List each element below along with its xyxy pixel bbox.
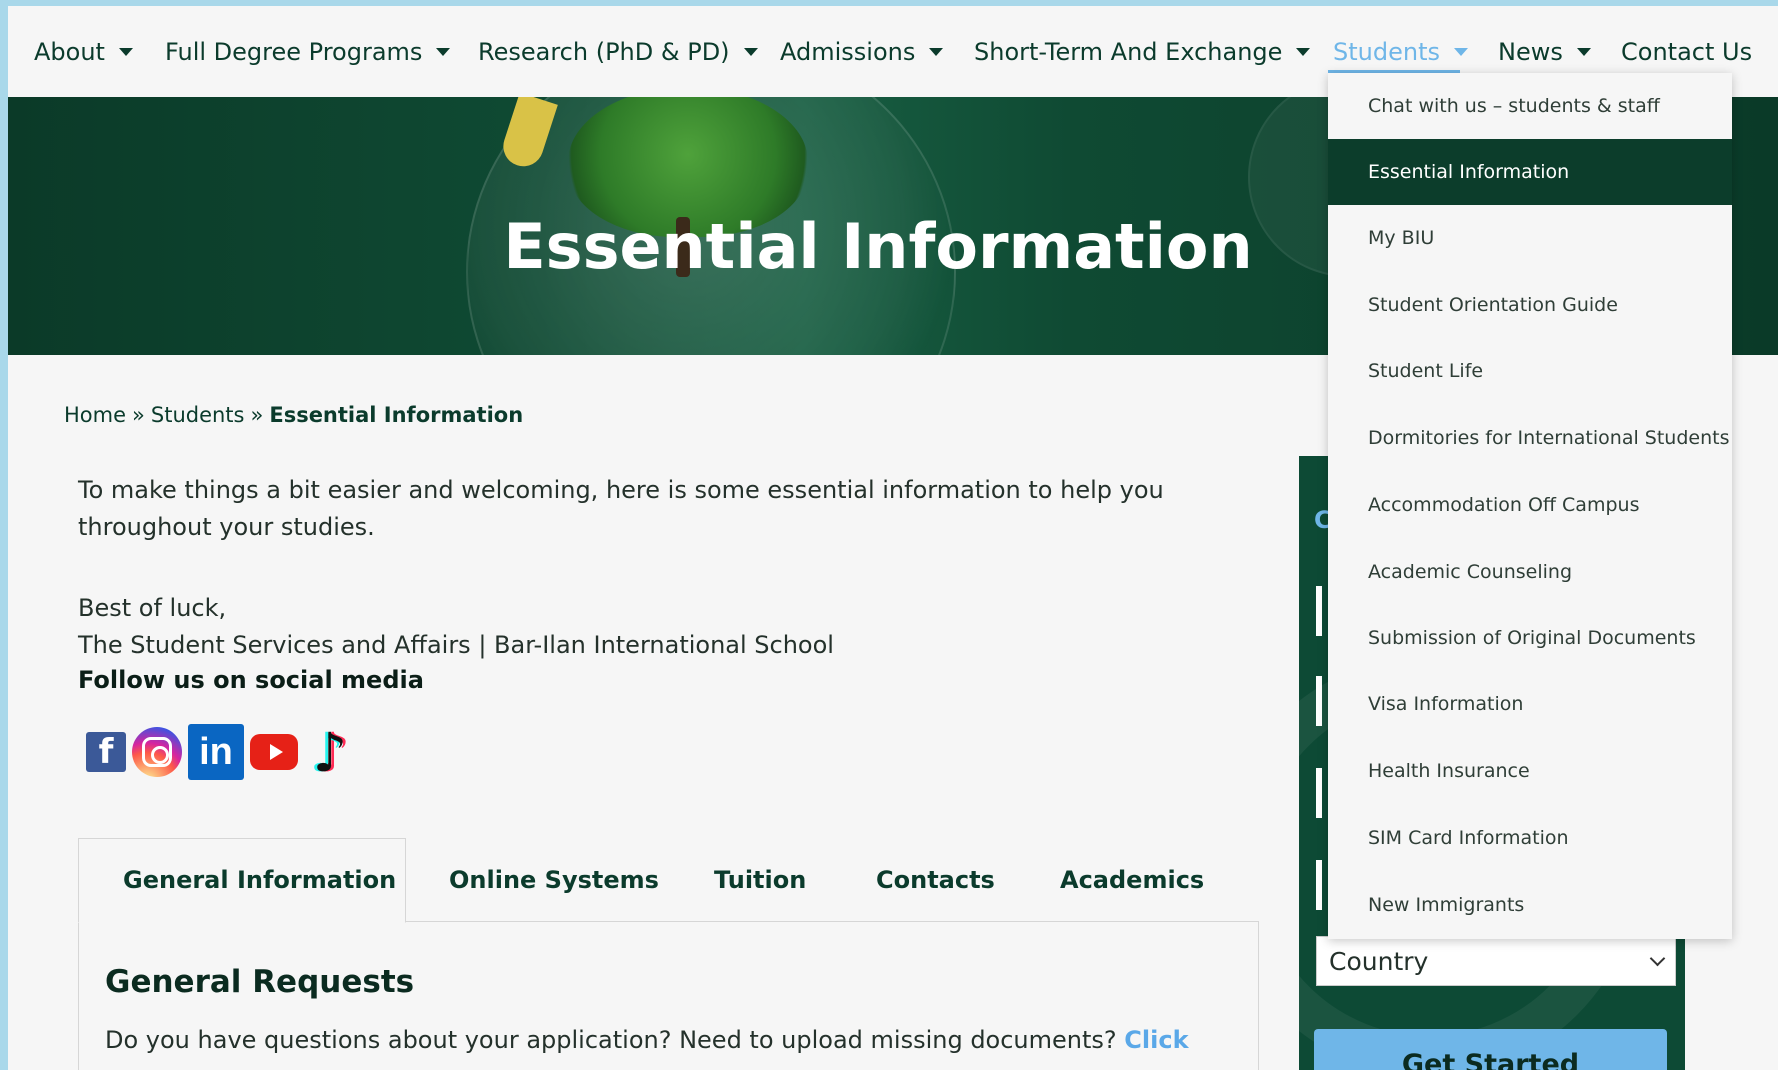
tiktok-glyph: ♪ <box>312 720 348 784</box>
caret-down-icon <box>118 47 133 56</box>
facebook-icon[interactable]: f <box>86 732 126 772</box>
nav-label: Admissions <box>780 37 916 66</box>
form-input-field[interactable] <box>1316 676 1322 726</box>
menu-item-my-biu[interactable]: My BIU <box>1328 205 1732 271</box>
breadcrumb-students-link[interactable]: Students <box>151 403 245 427</box>
menu-item-chat-with-us[interactable]: Chat with us – students & staff <box>1328 73 1732 139</box>
menu-item-visa-information[interactable]: Visa Information <box>1328 671 1732 737</box>
menu-item-label: Student Life <box>1368 360 1484 382</box>
caret-down-icon <box>1453 47 1468 56</box>
nav-label: Research (PhD & PD) <box>478 37 730 66</box>
instagram-icon[interactable] <box>132 727 182 777</box>
nav-label: About <box>34 37 105 66</box>
nav-label: Full Degree Programs <box>165 37 423 66</box>
menu-item-label: Academic Counseling <box>1368 561 1572 583</box>
tab-label: Online Systems <box>449 866 659 894</box>
caret-down-icon <box>743 47 758 56</box>
section-text: Do you have questions about your applica… <box>105 1026 1117 1054</box>
section-paragraph: Do you have questions about your applica… <box>105 1026 1189 1054</box>
menu-item-label: Submission of Original Documents <box>1368 627 1696 649</box>
nav-item-admissions[interactable]: Admissions <box>780 6 944 97</box>
nav-label: Short-Term And Exchange <box>974 37 1283 66</box>
menu-item-label: Visa Information <box>1368 693 1524 715</box>
breadcrumb-separator: » <box>132 403 145 427</box>
nav-label: News <box>1498 37 1563 66</box>
menu-item-label: Student Orientation Guide <box>1368 294 1618 316</box>
chevron-down-icon <box>1649 950 1666 966</box>
instagram-glyph <box>142 737 172 767</box>
tab-label: Tuition <box>714 866 807 894</box>
menu-item-health-insurance[interactable]: Health Insurance <box>1328 738 1732 804</box>
menu-item-student-life[interactable]: Student Life <box>1328 338 1732 404</box>
get-started-button[interactable]: Get Started <box>1314 1029 1667 1070</box>
menu-item-label: Dormitories for International Students <box>1368 427 1730 449</box>
caret-down-icon <box>436 47 451 56</box>
country-select-value: Country <box>1329 946 1429 976</box>
signature-text: The Student Services and Affairs | Bar-I… <box>78 631 834 659</box>
tab-label: Contacts <box>876 866 995 894</box>
menu-item-sim-card-information[interactable]: SIM Card Information <box>1328 805 1732 871</box>
tab-contacts[interactable]: Contacts <box>876 838 995 922</box>
breadcrumb-separator: » <box>250 403 264 427</box>
breadcrumb-current: Essential Information <box>269 403 524 427</box>
menu-item-academic-counseling[interactable]: Academic Counseling <box>1328 539 1732 605</box>
linkedin-glyph: in <box>199 730 233 773</box>
menu-item-submission-of-original-documents[interactable]: Submission of Original Documents <box>1328 605 1732 671</box>
youtube-play-glyph <box>269 744 283 760</box>
menu-item-label: SIM Card Information <box>1368 827 1569 849</box>
tab-academics[interactable]: Academics <box>1060 838 1204 922</box>
form-input-field[interactable] <box>1316 586 1322 636</box>
tiktok-icon[interactable]: ♪ <box>304 720 356 784</box>
breadcrumb-home-link[interactable]: Home <box>64 403 126 427</box>
section-title: General Requests <box>105 964 415 1000</box>
nav-item-full-degree-programs[interactable]: Full Degree Programs <box>165 6 451 97</box>
caret-down-icon <box>1576 47 1591 56</box>
nav-item-about[interactable]: About <box>34 6 133 97</box>
intro-text: To make things a bit easier and welcomin… <box>78 476 1164 541</box>
menu-item-accommodation-off-campus[interactable]: Accommodation Off Campus <box>1328 472 1732 538</box>
form-input-field[interactable] <box>1316 768 1322 818</box>
menu-item-label: Accommodation Off Campus <box>1368 494 1640 516</box>
click-link[interactable]: Click <box>1124 1026 1188 1054</box>
breadcrumb: Home» Students» Essential Information <box>64 403 523 427</box>
menu-item-student-orientation-guide[interactable]: Student Orientation Guide <box>1328 272 1732 338</box>
page: About Full Degree Programs Research (PhD… <box>8 6 1778 1070</box>
menu-item-label: My BIU <box>1368 227 1435 249</box>
form-input-field[interactable] <box>1316 860 1322 910</box>
nav-item-research[interactable]: Research (PhD & PD) <box>478 6 758 97</box>
menu-item-label: Essential Information <box>1368 161 1570 183</box>
linkedin-icon[interactable]: in <box>188 724 244 780</box>
nav-item-short-term-and-exchange[interactable]: Short-Term And Exchange <box>974 6 1311 97</box>
youtube-icon[interactable] <box>250 734 298 770</box>
closing-text: Best of luck, <box>78 594 227 622</box>
menu-item-label: Chat with us – students & staff <box>1368 95 1660 117</box>
country-select[interactable]: Country <box>1316 936 1676 986</box>
caret-down-icon <box>1296 47 1311 56</box>
menu-item-new-immigrants[interactable]: New Immigrants <box>1328 872 1732 938</box>
tab-general-information[interactable]: General Information <box>123 838 396 922</box>
follow-us-heading: Follow us on social media <box>78 666 424 694</box>
menu-item-label: Health Insurance <box>1368 760 1530 782</box>
menu-item-dormitories[interactable]: Dormitories for International Students <box>1328 405 1732 471</box>
caret-down-icon <box>929 47 944 56</box>
tab-online-systems[interactable]: Online Systems <box>449 838 659 922</box>
menu-item-label: New Immigrants <box>1368 894 1525 916</box>
tab-label: Academics <box>1060 866 1205 894</box>
tab-label: General Information <box>123 866 397 894</box>
nav-label: Students <box>1333 37 1440 66</box>
menu-item-essential-information[interactable]: Essential Information <box>1328 139 1732 205</box>
tab-tuition[interactable]: Tuition <box>714 838 806 922</box>
social-icons: f in ♪ <box>86 720 356 784</box>
students-dropdown-menu: Chat with us – students & staff Essentia… <box>1328 73 1732 939</box>
nav-label: Contact Us <box>1621 37 1753 66</box>
facebook-glyph: f <box>98 732 114 772</box>
